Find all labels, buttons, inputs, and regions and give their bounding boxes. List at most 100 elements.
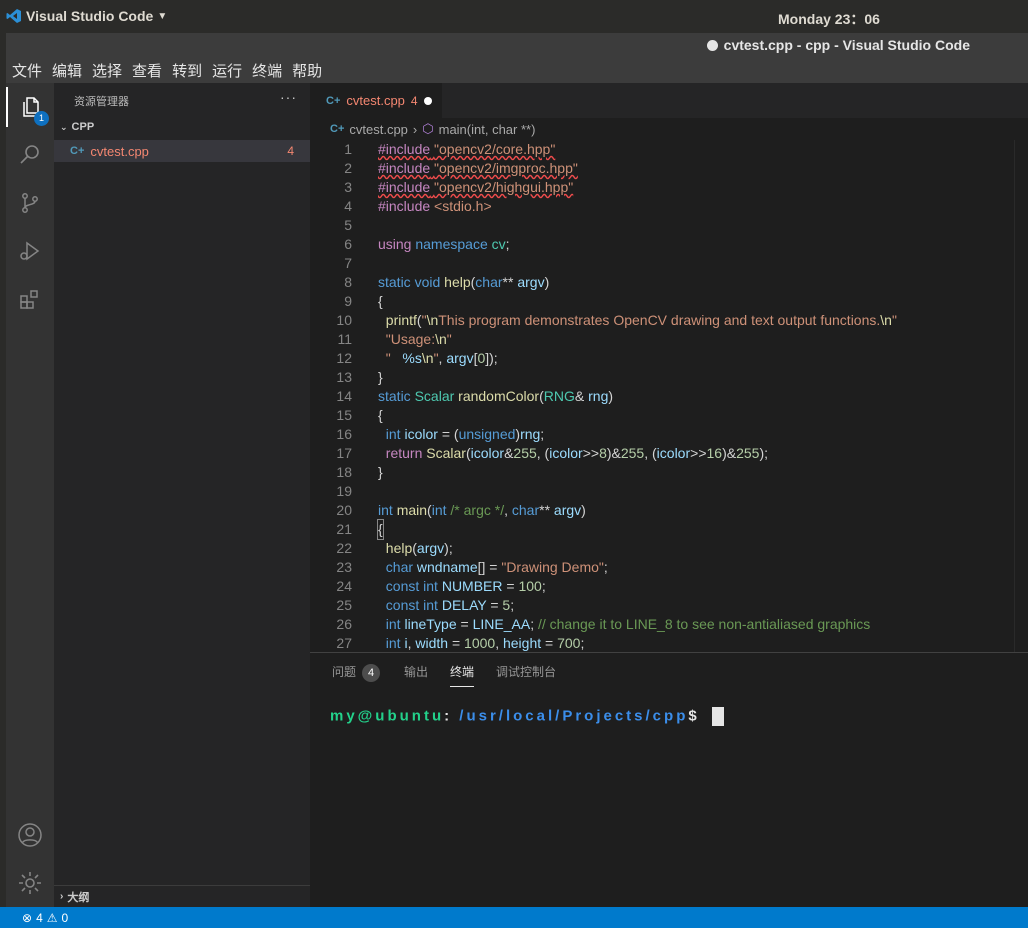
- line-number: 7: [344, 255, 352, 271]
- line-number: 4: [344, 198, 352, 214]
- tab-label: cvtest.cpp: [346, 93, 405, 108]
- menu-file[interactable]: 文件: [12, 60, 42, 81]
- line-number: 6: [344, 236, 352, 252]
- account-icon: [18, 823, 42, 847]
- more-actions-icon[interactable]: ···: [280, 89, 297, 105]
- menu-selection[interactable]: 选择: [92, 60, 122, 81]
- outline-section[interactable]: › 大纲: [54, 885, 310, 907]
- gear-icon: [19, 872, 41, 894]
- source-control-button[interactable]: [6, 183, 54, 223]
- menu-view[interactable]: 查看: [132, 60, 162, 81]
- code-line: 9{: [310, 292, 1028, 311]
- chevron-down-icon: ▼: [157, 10, 168, 22]
- menu-edit[interactable]: 编辑: [52, 60, 82, 81]
- explorer-button[interactable]: 1: [6, 87, 54, 127]
- error-count[interactable]: 4: [36, 911, 43, 925]
- vscode-logo-icon: [6, 9, 21, 23]
- line-number: 8: [344, 274, 352, 290]
- clock[interactable]: Monday 23：06: [778, 9, 880, 29]
- terminal-prompt[interactable]: my@ubuntu: /usr/local/Projects/cpp$: [330, 707, 724, 726]
- breadcrumb-file[interactable]: cvtest.cpp: [349, 122, 408, 137]
- code-line: 5: [310, 216, 1028, 235]
- tab-problems[interactable]: 问题 4: [332, 663, 381, 682]
- menu-bar: 文件 编辑 选择 查看 转到 运行 终端 帮助: [0, 58, 1028, 83]
- folder-label: CPP: [71, 121, 95, 133]
- line-number: 11: [337, 331, 352, 347]
- settings-button[interactable]: [6, 863, 54, 903]
- tab-debug-console[interactable]: 调试控制台: [496, 663, 556, 680]
- breadcrumb-symbol[interactable]: main(int, char **): [439, 122, 536, 137]
- file-name: cvtest.cpp: [90, 143, 149, 159]
- code-line: 2 #include "opencv2/imgproc.hpp": [310, 159, 1028, 178]
- folder-cpp[interactable]: ⌄ CPP: [60, 121, 94, 133]
- line-number: 26: [336, 616, 352, 632]
- line-number: 12: [336, 350, 352, 366]
- run-debug-button[interactable]: [6, 231, 54, 271]
- file-item-cvtest[interactable]: C+ cvtest.cpp 4: [54, 140, 310, 162]
- menu-run[interactable]: 运行: [212, 60, 242, 81]
- extensions-button[interactable]: [6, 279, 54, 319]
- warning-icon: ⚠: [46, 910, 58, 925]
- window-title-bar: cvtest.cpp - cpp - Visual Studio Code: [0, 33, 1028, 58]
- code-line: 20 int main(int /* argc */, char** argv): [310, 501, 1028, 520]
- code-line: 7: [310, 254, 1028, 273]
- chevron-right-icon: ›: [60, 891, 64, 902]
- code-line: 22 help(argv);: [310, 539, 1028, 558]
- problems-count-badge: 4: [362, 664, 381, 682]
- code-line: 17 return Scalar(icolor&255, (icolor>>8)…: [310, 444, 1028, 463]
- menu-help[interactable]: 帮助: [292, 60, 322, 81]
- search-button[interactable]: [6, 135, 54, 175]
- system-top-bar: Visual Studio Code ▼ Monday 23：06: [0, 0, 1028, 33]
- menu-go[interactable]: 转到: [172, 60, 202, 81]
- line-number: 24: [336, 578, 352, 594]
- line-number: 1: [344, 141, 352, 157]
- line-number: 21: [336, 521, 352, 537]
- code-line: 1 #include "opencv2/core.hpp": [310, 140, 1028, 159]
- tab-terminal[interactable]: 终端: [450, 663, 475, 687]
- line-number: 22: [336, 540, 352, 556]
- code-line: 18}: [310, 463, 1028, 482]
- bottom-panel: 问题 4 输出 终端 调试控制台 my@ubuntu: /usr/local/Pr…: [310, 652, 1028, 907]
- editor-scrollbar[interactable]: [1014, 140, 1028, 652]
- line-number: 18: [336, 464, 352, 480]
- outline-label: 大纲: [67, 891, 90, 904]
- code-editor[interactable]: 1 #include "opencv2/core.hpp" 2 #include "…: [310, 140, 1028, 652]
- terminal-user: my@ubuntu: [330, 707, 445, 725]
- code-line: 4 #include <stdio.h>: [310, 197, 1028, 216]
- code-line: 14 static Scalar randomColor(RNG& rng): [310, 387, 1028, 406]
- accounts-button[interactable]: [6, 815, 54, 855]
- code-line: 8 static void help(char** argv): [310, 273, 1028, 292]
- tab-problem-count: 4: [410, 93, 418, 108]
- line-number: 9: [344, 293, 352, 309]
- app-name: Visual Studio Code: [26, 8, 154, 24]
- line-number: 20: [336, 502, 352, 518]
- terminal-dollar: $: [688, 707, 700, 725]
- breadcrumb: C+ cvtest.cpp › ⬡ main(int, char **): [310, 118, 1028, 140]
- line-number: 2: [344, 160, 352, 176]
- tab-cvtest[interactable]: C+ cvtest.cpp 4: [310, 83, 442, 118]
- error-icon: ⊗: [22, 910, 33, 925]
- window-title: cvtest.cpp - cpp - Visual Studio Code: [723, 37, 970, 53]
- code-line: 13}: [310, 368, 1028, 387]
- line-number: 13: [336, 369, 352, 385]
- line-number: 19: [336, 483, 352, 499]
- warning-count[interactable]: 0: [62, 911, 69, 925]
- unsaved-dot-icon[interactable]: [424, 97, 432, 105]
- terminal-cursor: [711, 707, 724, 726]
- line-number: 3: [344, 179, 352, 195]
- chevron-down-icon: ⌄: [60, 121, 68, 132]
- code-line: 16 int icolor = (unsigned)rng;: [310, 425, 1028, 444]
- line-number: 5: [344, 217, 352, 233]
- line-number: 16: [336, 426, 352, 442]
- line-number: 23: [336, 559, 352, 575]
- search-icon: [20, 145, 39, 164]
- method-icon: ⬡: [422, 121, 434, 136]
- app-menu[interactable]: Visual Studio Code ▼: [6, 8, 167, 24]
- line-number: 27: [336, 635, 352, 651]
- code-line: 24 const int NUMBER = 100;: [310, 577, 1028, 596]
- menu-terminal[interactable]: 终端: [252, 60, 282, 81]
- code-line: 6 using namespace cv;: [310, 235, 1028, 254]
- tab-output[interactable]: 输出: [404, 663, 428, 680]
- code-line: 19: [310, 482, 1028, 501]
- explorer-title: 资源管理器: [74, 96, 129, 108]
